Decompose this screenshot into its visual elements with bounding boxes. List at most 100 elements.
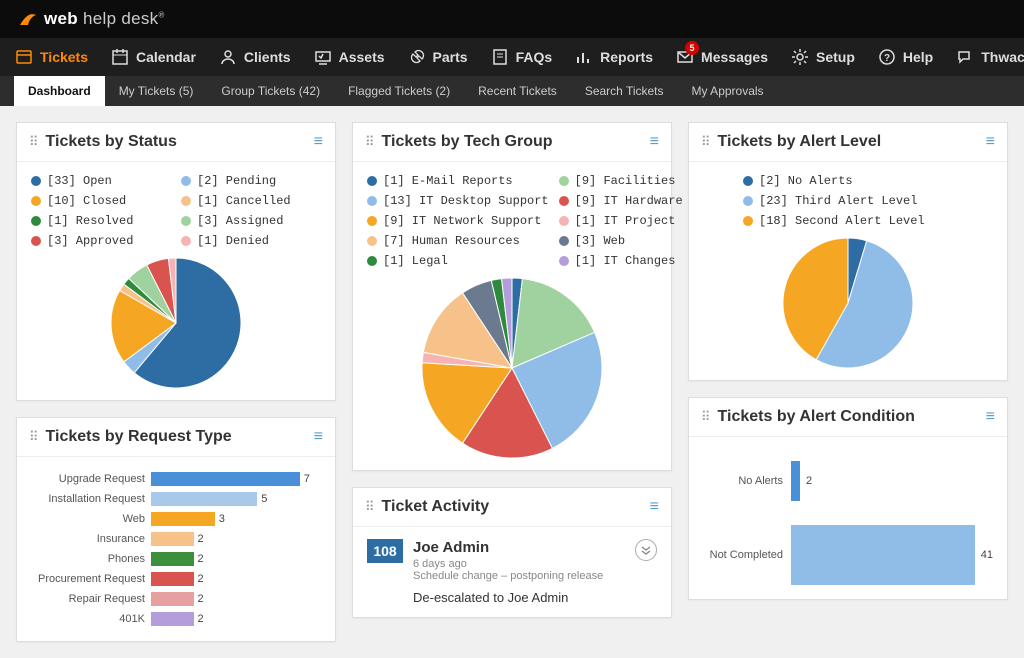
legend-item: [10] Closed xyxy=(31,194,171,208)
panel-title: Ticket Activity xyxy=(382,498,650,516)
legend-dot xyxy=(181,236,191,246)
legend-dot xyxy=(181,196,191,206)
nav-label: Setup xyxy=(816,49,855,65)
nav-label: Reports xyxy=(600,49,653,65)
bar-label: Insurance xyxy=(31,533,151,545)
bar-row: Procurement Request 2 xyxy=(31,569,321,589)
bar-value: 2 xyxy=(198,593,204,605)
subtab-group-tickets-[interactable]: Group Tickets (42) xyxy=(207,76,334,106)
drag-handle-icon[interactable]: ⠿ xyxy=(365,134,374,150)
ticket-number-badge[interactable]: 108 xyxy=(367,539,403,563)
subtab-flagged-tickets-[interactable]: Flagged Tickets (2) xyxy=(334,76,464,106)
drag-handle-icon[interactable]: ⠿ xyxy=(701,134,710,150)
pie-chart-status xyxy=(111,258,241,388)
legend-text: [23] Third Alert Level xyxy=(759,194,917,208)
cond-value: 2 xyxy=(806,475,812,487)
panel-ticket-activity: ⠿ Ticket Activity ≡ 108 Joe Admin 6 days… xyxy=(352,487,672,618)
legend-dot xyxy=(31,216,41,226)
reports-icon xyxy=(574,47,594,67)
panel-tickets-by-alert-level: ⠿ Tickets by Alert Level ≡ [2] No Alerts… xyxy=(688,122,1008,381)
nav-help[interactable]: ?Help xyxy=(877,47,933,67)
panel-title: Tickets by Alert Level xyxy=(718,133,986,151)
bar-value: 3 xyxy=(219,513,225,525)
badge: 5 xyxy=(685,41,699,55)
subtab-dashboard[interactable]: Dashboard xyxy=(14,76,105,106)
bar-chart-request: Upgrade Request7Installation Request5Web… xyxy=(17,457,335,641)
legend-dot xyxy=(181,176,191,186)
bar-row: Phones2 xyxy=(31,549,321,569)
legend-text: [18] Second Alert Level xyxy=(759,214,925,228)
pie-chart-tech xyxy=(422,278,602,458)
legend-text: [7] Human Resources xyxy=(383,234,520,248)
legend-dot xyxy=(367,176,377,186)
legend-item: [7] Human Resources xyxy=(367,234,549,248)
panel-title: Tickets by Tech Group xyxy=(382,133,650,151)
panel-menu-icon[interactable]: ≡ xyxy=(986,133,995,151)
legend-item: [23] Third Alert Level xyxy=(743,194,993,208)
assets-icon xyxy=(313,47,333,67)
bar xyxy=(151,472,300,486)
drag-handle-icon[interactable]: ⠿ xyxy=(29,429,38,445)
panel-menu-icon[interactable]: ≡ xyxy=(314,428,323,446)
panel-tickets-by-alert-condition: ⠿ Tickets by Alert Condition ≡ No Alerts… xyxy=(688,397,1008,600)
nav-thwack[interactable]: Thwack xyxy=(955,47,1024,67)
bar-value: 2 xyxy=(198,573,204,585)
expand-icon[interactable] xyxy=(635,539,657,561)
drag-handle-icon[interactable]: ⠿ xyxy=(365,499,374,515)
pie-chart-alert xyxy=(783,238,913,368)
bar-row: 401K2 xyxy=(31,609,321,629)
drag-handle-icon[interactable]: ⠿ xyxy=(29,134,38,150)
cond-value: 41 xyxy=(981,549,993,561)
bar-row: Repair Request 2 xyxy=(31,589,321,609)
legend-dot xyxy=(367,256,377,266)
legend-item: [18] Second Alert Level xyxy=(743,214,993,228)
nav-messages[interactable]: Messages5 xyxy=(675,47,768,67)
nav-assets[interactable]: Assets xyxy=(313,47,385,67)
subtab-my-tickets-[interactable]: My Tickets (5) xyxy=(105,76,208,106)
bar-label: Web xyxy=(31,513,151,525)
legend-dot xyxy=(559,256,569,266)
subtab-search-tickets[interactable]: Search Tickets xyxy=(571,76,678,106)
legend-item: [2] No Alerts xyxy=(743,174,993,188)
nav-reports[interactable]: Reports xyxy=(574,47,653,67)
nav-label: Assets xyxy=(339,49,385,65)
legend-item: [3] Approved xyxy=(31,234,171,248)
faqs-icon xyxy=(490,47,510,67)
legend-item: [33] Open xyxy=(31,174,171,188)
bar-row: Insurance2 xyxy=(31,529,321,549)
nav-faqs[interactable]: FAQs xyxy=(490,47,553,67)
cond-bar xyxy=(791,525,975,585)
nav-tickets[interactable]: Tickets xyxy=(14,47,88,67)
bar-value: 5 xyxy=(261,493,267,505)
legend-item: [1] Resolved xyxy=(31,214,171,228)
panel-menu-icon[interactable]: ≡ xyxy=(650,133,659,151)
bar xyxy=(151,512,215,526)
bar xyxy=(151,492,257,506)
panel-menu-icon[interactable]: ≡ xyxy=(314,133,323,151)
bar xyxy=(151,572,194,586)
legend-text: [3] Approved xyxy=(47,234,133,248)
nav-clients[interactable]: Clients xyxy=(218,47,291,67)
bar-row: Upgrade Request7 xyxy=(31,469,321,489)
bar-label: Procurement Request xyxy=(31,573,151,585)
legend-dot xyxy=(559,216,569,226)
nav-parts[interactable]: Parts xyxy=(407,47,468,67)
panel-menu-icon[interactable]: ≡ xyxy=(650,498,659,516)
bar-label: Repair Request xyxy=(31,593,151,605)
nav-setup[interactable]: Setup xyxy=(790,47,855,67)
subtab-my-approvals[interactable]: My Approvals xyxy=(678,76,778,106)
nav-calendar[interactable]: Calendar xyxy=(110,47,196,67)
subtab-recent-tickets[interactable]: Recent Tickets xyxy=(464,76,571,106)
legend-dot xyxy=(559,196,569,206)
sub-nav: DashboardMy Tickets (5)Group Tickets (42… xyxy=(0,76,1024,106)
panel-title: Tickets by Request Type xyxy=(46,428,314,446)
brand-logo: web help desk® xyxy=(18,9,165,29)
bar-row: Web 3 xyxy=(31,509,321,529)
legend-dot xyxy=(743,216,753,226)
legend-text: [1] Cancelled xyxy=(197,194,291,208)
cond-label: Not Completed xyxy=(703,549,791,561)
drag-handle-icon[interactable]: ⠿ xyxy=(701,409,710,425)
legend-text: [2] No Alerts xyxy=(759,174,853,188)
activity-message: De-escalated to Joe Admin xyxy=(413,590,625,605)
panel-menu-icon[interactable]: ≡ xyxy=(986,408,995,426)
